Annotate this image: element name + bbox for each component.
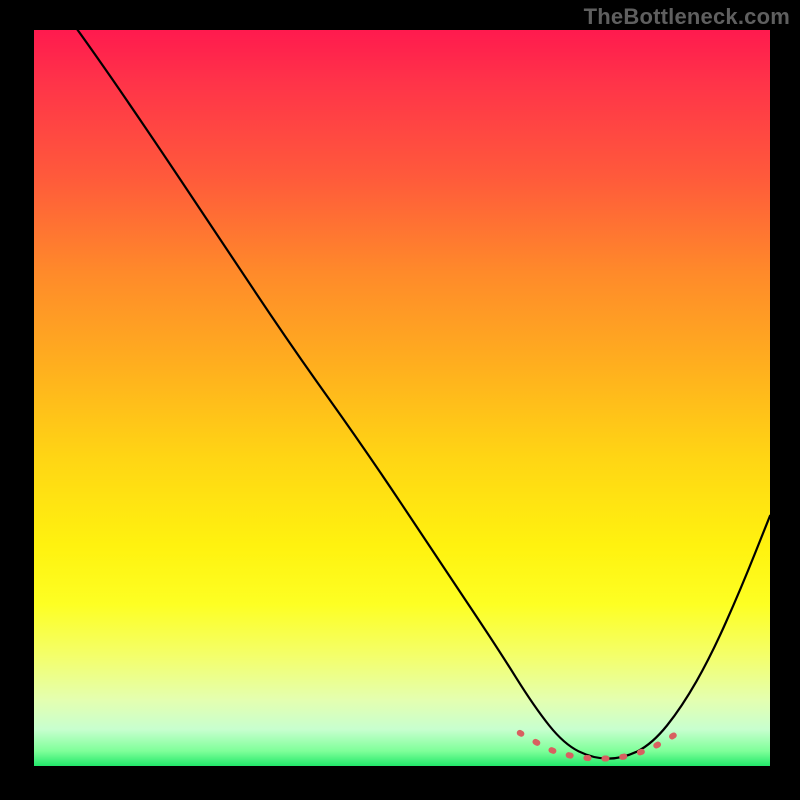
watermark-text: TheBottleneck.com: [584, 4, 790, 30]
bottleneck-curve: [34, 0, 770, 759]
sweet-spot-dots: [520, 733, 675, 759]
plot-area: [34, 30, 770, 766]
chart-overlay: [34, 30, 770, 766]
chart-stage: TheBottleneck.com: [0, 0, 800, 800]
